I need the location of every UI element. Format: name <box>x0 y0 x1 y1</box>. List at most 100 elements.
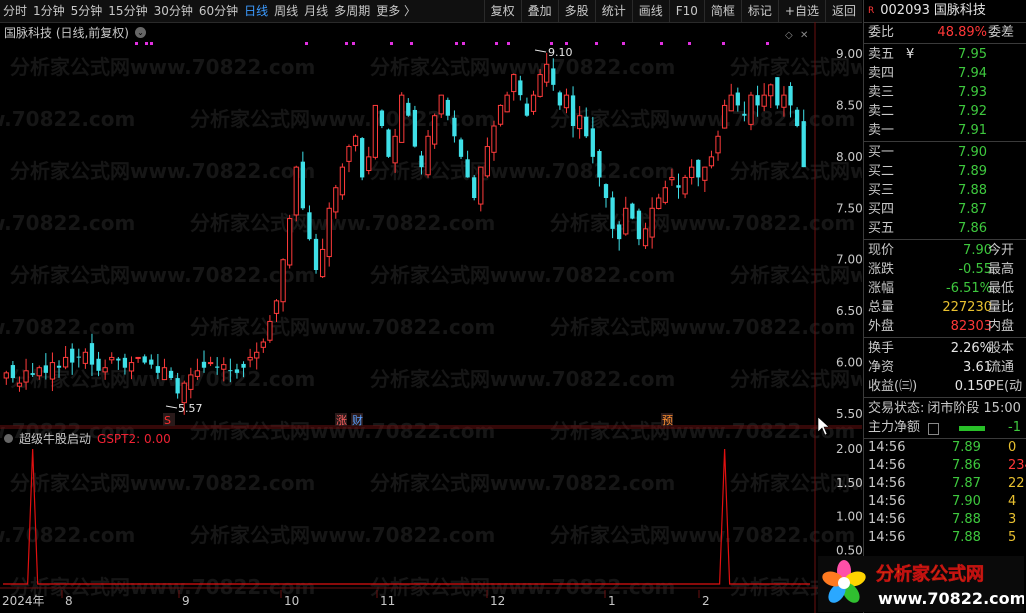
tab-period-2[interactable]: 5分钟 <box>68 0 106 22</box>
tab-period-5[interactable]: 60分钟 <box>196 0 241 22</box>
candle-body <box>346 146 352 162</box>
sell-row[interactable]: 卖三 7.93 <box>864 83 1026 102</box>
toolbar-button-4[interactable]: 画线 <box>631 0 669 22</box>
watermark-text: 分析家公式网www.70822.com <box>0 211 135 235</box>
tab-period-1[interactable]: 1分钟 <box>30 0 68 22</box>
tab-period-6[interactable]: 日线 <box>241 0 271 22</box>
tab-period-4[interactable]: 30分钟 <box>151 0 196 22</box>
buy-row[interactable]: 买一 7.90 <box>864 143 1026 162</box>
quote-right-label: 内盘 <box>988 319 1015 334</box>
quote-row: 外盘 82303 内盘 <box>864 317 1026 336</box>
tick-row[interactable]: 14:56 7.90 4 <box>864 493 1026 511</box>
candle-body <box>617 224 622 240</box>
candle-body <box>406 102 411 116</box>
buy-row[interactable]: 买二 7.89 <box>864 162 1026 181</box>
sell-row[interactable]: 卖五 ¥7.95 <box>864 45 1026 64</box>
stock-header[interactable]: R 002093 国脉科技 <box>864 0 1026 23</box>
tick-row[interactable]: 14:56 7.89 0 <box>864 439 1026 457</box>
period-toolbar: 分时 1分钟 5分钟 15分钟 30分钟 60分钟 日线 周线 月线 多周期 更多 〉 复权 叠加 多股统… <box>0 0 862 23</box>
y-tick-label: 7.00 <box>836 253 862 267</box>
buy-row[interactable]: 买三 7.88 <box>864 181 1026 200</box>
candle-body <box>597 151 602 178</box>
candle-body <box>794 109 800 126</box>
tab-period-10[interactable]: 更多 〉 <box>373 0 419 22</box>
diamond-icon[interactable]: ◇ <box>785 30 793 41</box>
app-window: 分时 1分钟 5分钟 15分钟 30分钟 60分钟 日线 周线 月线 多周期 更多 〉 复权 叠加 多股统… <box>0 0 1026 613</box>
candle-body <box>260 341 266 348</box>
tick-row[interactable]: 14:56 7.88 3 <box>864 511 1026 529</box>
tick-row[interactable]: 14:56 7.88 5 <box>864 529 1026 547</box>
candle-body <box>491 125 497 153</box>
chart-canvas[interactable]: 分析家公式网www.70822.com 分析家公式网www.70822.com 分析… <box>0 22 862 613</box>
event-marker[interactable]: S <box>164 414 171 427</box>
candle-body <box>472 177 477 198</box>
candle-body <box>399 94 405 143</box>
candle-body <box>352 135 359 147</box>
event-marker[interactable]: 财 <box>352 413 363 427</box>
candle-body <box>590 128 595 157</box>
candle-body <box>201 361 207 368</box>
toolbar-button-2[interactable]: 多股 <box>557 0 595 22</box>
toolbar-button-8[interactable]: +自选 <box>777 0 825 22</box>
signal-dot <box>150 42 153 45</box>
y-tick-label: 5.50 <box>836 407 862 421</box>
watermark-text: 分析家公式网www.70822.com <box>370 263 675 287</box>
buy-label: 买二 <box>868 164 895 179</box>
sell-row[interactable]: 卖一 7.91 <box>864 121 1026 140</box>
tab-period-7[interactable]: 周线 <box>271 0 301 22</box>
tab-period-3[interactable]: 15分钟 <box>105 0 150 22</box>
toolbar-button-9[interactable]: 返回 <box>824 0 862 22</box>
net-flow-row[interactable]: 主力净额 -1 <box>864 418 1026 439</box>
toolbar-button-1[interactable]: 叠加 <box>520 0 558 22</box>
stats-right-label: PE(动 <box>988 379 1023 394</box>
buy-row[interactable]: 买四 7.87 <box>864 200 1026 219</box>
candle-body <box>530 94 537 112</box>
indicator-title[interactable]: 超级牛股启动 GSPT2: 0.00 <box>4 430 171 447</box>
watermark-text: 分析家公式网www.70822.com <box>370 55 675 79</box>
candle-body <box>36 367 42 377</box>
sell-label: 卖二 <box>868 104 895 119</box>
toolbar-button-7[interactable]: 标记 <box>740 0 778 22</box>
buy-price: 7.90 <box>958 145 987 160</box>
candle-body <box>649 207 655 238</box>
candle-body <box>432 115 438 145</box>
toolbar-button-5[interactable]: F10 <box>668 0 704 22</box>
quote-value: 82303 <box>950 319 992 334</box>
candle-body <box>518 80 523 96</box>
document-icon[interactable] <box>928 423 939 435</box>
event-marker[interactable]: 预 <box>662 414 673 427</box>
sell-row[interactable]: 卖四 7.94 <box>864 64 1026 83</box>
signal-dot <box>390 42 393 45</box>
buy-row[interactable]: 买五 7.86 <box>864 219 1026 238</box>
x-tick-label: 9 <box>182 594 190 608</box>
signal-dot <box>622 42 625 45</box>
tab-period-8[interactable]: 月线 <box>301 0 331 22</box>
watermark-text: 分析家公式网www.70822.com <box>190 315 495 339</box>
tick-row[interactable]: 14:56 7.87 22 <box>864 475 1026 493</box>
candle-body <box>669 176 675 181</box>
buy-book: 买一 7.90 买二 7.89 买三 7.88 买四 7.87 买五 7.86 <box>864 143 1026 238</box>
tick-row[interactable]: 14:56 7.86 234 <box>864 457 1026 475</box>
tick-list[interactable]: 14:56 7.89 0 14:56 7.86 234 14:56 7.87 22 14:56 7.… <box>864 439 1026 547</box>
y-tick-label: 8.00 <box>836 150 862 164</box>
candle-body <box>584 116 589 137</box>
toolbar-button-3[interactable]: 统计 <box>594 0 632 22</box>
tab-period-9[interactable]: 多周期 <box>331 0 373 22</box>
sell-label: 卖五 <box>868 47 895 62</box>
candle-body <box>313 238 319 270</box>
collapse-icon[interactable] <box>4 434 13 443</box>
chevron-down-icon[interactable]: ⌄ <box>135 27 146 38</box>
main-chart-title[interactable]: 国脉科技 (日线,前复权) ⌄ <box>4 24 146 41</box>
signal-dot <box>352 42 355 45</box>
event-marker[interactable]: 涨 <box>336 414 347 427</box>
close-icon[interactable]: ✕ <box>800 30 808 41</box>
toolbar-button-6[interactable]: 简框 <box>703 0 741 22</box>
tick-price: 7.89 <box>952 440 981 455</box>
buy-label: 买四 <box>868 202 895 217</box>
tab-period-0[interactable]: 分时 <box>0 0 30 22</box>
toolbar-button-0[interactable]: 复权 <box>483 0 521 22</box>
candle-body <box>392 135 398 164</box>
candle-body <box>82 351 89 364</box>
candle-body <box>537 74 543 97</box>
sell-row[interactable]: 卖二 7.92 <box>864 102 1026 121</box>
